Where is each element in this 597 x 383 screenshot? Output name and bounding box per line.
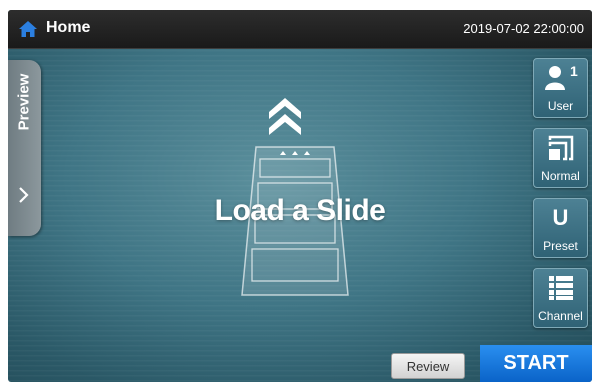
home-icon[interactable] — [18, 20, 38, 38]
load-slide-message: Load a Slide — [214, 194, 386, 227]
datetime-display: 2019-07-02 22:00:00 — [463, 21, 584, 36]
channel-list-icon — [548, 276, 573, 300]
channel-button-label: Channel — [538, 309, 583, 323]
start-button[interactable]: START — [480, 345, 592, 382]
double-chevron-up-icon — [269, 98, 301, 135]
preset-icon: U — [552, 205, 569, 230]
top-bar: Home 2019-07-02 22:00:00 — [8, 10, 592, 49]
preview-tab-label: Preview — [15, 73, 33, 131]
preset-button-label: Preset — [543, 239, 578, 253]
user-count: 1 — [570, 63, 578, 79]
normal-button[interactable]: Normal — [533, 128, 588, 188]
preset-button[interactable]: U Preset — [533, 198, 588, 258]
page-title: Home — [46, 19, 91, 36]
user-button-label: User — [547, 99, 574, 113]
user-button[interactable]: 1 User — [533, 58, 588, 118]
channel-button[interactable]: Channel — [533, 268, 588, 328]
user-icon — [544, 66, 565, 90]
normal-mode-icon — [548, 135, 573, 161]
main-screen: Home 2019-07-02 22:00:00 Preview Load a … — [8, 10, 592, 382]
review-button[interactable]: Review — [391, 353, 465, 379]
normal-button-label: Normal — [541, 169, 580, 183]
